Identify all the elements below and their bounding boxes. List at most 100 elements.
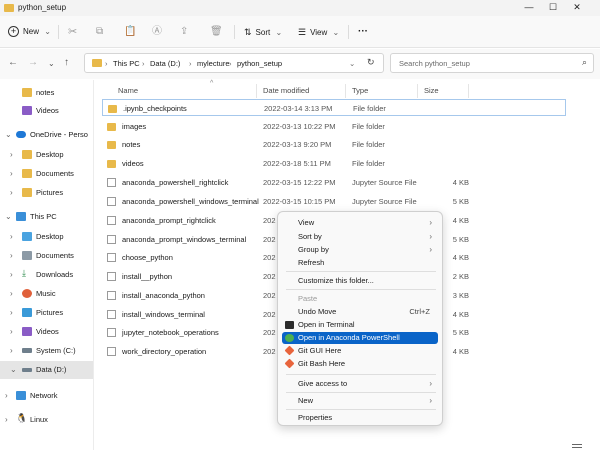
search-box[interactable]: Search python_setup ⌕ xyxy=(390,53,594,73)
sort-button[interactable]: ⇅ Sort ⌄ xyxy=(244,24,282,40)
sidebar-item-documents[interactable]: › Documents xyxy=(0,165,93,183)
column-header-size[interactable]: Size xyxy=(424,86,439,95)
menu-item-open-terminal[interactable]: Open in Terminal xyxy=(282,319,438,331)
address-bar[interactable]: › This PC › Data (D:) › mylecture › pyth… xyxy=(84,53,384,73)
menu-item-customize[interactable]: Customize this folder... xyxy=(282,275,438,287)
chevron-right-icon[interactable]: › xyxy=(10,251,13,260)
sidebar-item-network[interactable]: › Network xyxy=(0,387,93,405)
menu-item-view[interactable]: View › xyxy=(282,217,438,229)
table-row[interactable]: notes 2022-03-13 9:20 PM File folder xyxy=(102,136,566,153)
divider xyxy=(234,25,235,39)
back-arrow-icon[interactable]: ← xyxy=(8,57,18,68)
chevron-right-icon[interactable]: › xyxy=(10,346,13,355)
menu-item-give-access[interactable]: Give access to › xyxy=(282,378,438,390)
menu-item-git-bash[interactable]: Git Bash Here xyxy=(282,358,438,370)
chevron-down-icon[interactable]: ⌄ xyxy=(5,212,12,221)
menu-item-label: New xyxy=(298,396,314,405)
file-size: 2 KB xyxy=(452,272,469,281)
chevron-down-icon[interactable]: ⌄ xyxy=(5,130,12,139)
up-arrow-icon[interactable]: ↑ xyxy=(64,57,69,68)
breadcrumb-python-setup[interactable]: python_setup xyxy=(237,59,282,68)
menu-item-new[interactable]: New › xyxy=(282,395,438,407)
column-divider[interactable] xyxy=(256,84,257,98)
table-row[interactable]: anaconda_powershell_rightclick 2022-03-1… xyxy=(102,174,566,191)
sidebar-item-label: Desktop xyxy=(36,232,64,241)
chevron-right-icon[interactable]: › xyxy=(10,169,13,178)
copy-icon[interactable]: ⧉ xyxy=(96,24,103,40)
sidebar-item-linux[interactable]: › 🐧 Linux xyxy=(0,411,93,429)
details-view-icon[interactable] xyxy=(572,444,582,448)
chevron-down-icon: ⌄ xyxy=(44,27,51,36)
file-icon xyxy=(107,291,116,300)
column-divider[interactable] xyxy=(417,84,418,98)
sidebar-item-desktop[interactable]: › Desktop xyxy=(0,228,93,246)
file-date: 2022-03-18 5:11 PM xyxy=(263,159,331,168)
menu-item-group-by[interactable]: Group by › xyxy=(282,244,438,256)
close-button[interactable]: ✕ xyxy=(566,0,588,16)
chevron-down-icon[interactable]: ⌄ xyxy=(10,365,17,374)
sidebar-item-videos[interactable]: Videos xyxy=(0,102,93,120)
view-button[interactable]: ☰ View ⌄ xyxy=(298,24,339,40)
sidebar-item-this-pc[interactable]: ⌄ This PC xyxy=(0,208,93,226)
maximize-button[interactable]: ☐ xyxy=(542,0,564,16)
file-icon xyxy=(107,272,116,281)
view-toggle-icons[interactable] xyxy=(572,441,596,448)
chevron-right-icon[interactable]: › xyxy=(10,289,13,298)
chevron-right-icon[interactable]: › xyxy=(10,308,13,317)
column-divider[interactable] xyxy=(468,84,469,98)
menu-item-undo-move[interactable]: Undo Move Ctrl+Z xyxy=(282,306,438,318)
menu-item-refresh[interactable]: Refresh xyxy=(282,257,438,269)
chevron-down-icon[interactable]: ⌄ xyxy=(349,59,355,68)
sidebar-item-system-c[interactable]: › System (C:) xyxy=(0,342,93,360)
chevron-right-icon[interactable]: › xyxy=(10,150,13,159)
sidebar-item-desktop[interactable]: › Desktop xyxy=(0,146,93,164)
rename-icon[interactable]: Ⓐ xyxy=(152,24,162,40)
new-button[interactable]: + New ⌄ xyxy=(8,24,51,40)
sidebar-item-label: Data (D:) xyxy=(36,365,67,374)
sidebar-item-downloads[interactable]: › ⤓ Downloads xyxy=(0,266,93,284)
chevron-right-icon[interactable]: › xyxy=(10,270,13,279)
sidebar-item-label: Music xyxy=(36,289,56,298)
table-row[interactable]: videos 2022-03-18 5:11 PM File folder xyxy=(102,155,566,172)
chevron-right-icon[interactable]: › xyxy=(5,415,8,424)
column-header-name[interactable]: Name xyxy=(118,86,138,95)
recent-chevron-icon[interactable]: ⌄ xyxy=(48,59,55,68)
forward-arrow-icon[interactable]: → xyxy=(28,57,38,68)
menu-item-open-anaconda-powershell[interactable]: Open in Anaconda PowerShell xyxy=(282,332,438,344)
sidebar-item-notes[interactable]: notes xyxy=(0,84,93,102)
sidebar-item-pictures[interactable]: › Pictures xyxy=(0,304,93,322)
sidebar-item-data-d[interactable]: ⌄ Data (D:) xyxy=(0,361,93,379)
chevron-right-icon[interactable]: › xyxy=(10,188,13,197)
sidebar-item-music[interactable]: › Music xyxy=(0,285,93,303)
cut-icon[interactable]: ✂ xyxy=(68,24,77,40)
breadcrumb-this-pc[interactable]: This PC xyxy=(113,59,140,68)
breadcrumb-mylecture[interactable]: mylecture xyxy=(197,59,230,68)
chevron-right-icon[interactable]: › xyxy=(10,232,13,241)
sidebar-item-onedrive[interactable]: ⌄ OneDrive - Perso xyxy=(0,126,93,144)
minimize-button[interactable]: — xyxy=(518,0,540,16)
table-row[interactable]: images 2022-03-13 10:22 PM File folder xyxy=(102,118,566,135)
anaconda-icon xyxy=(285,334,294,342)
chevron-right-icon[interactable]: › xyxy=(10,327,13,336)
menu-item-properties[interactable]: Properties xyxy=(282,412,438,424)
column-divider[interactable] xyxy=(345,84,346,98)
file-name: anaconda_prompt_windows_terminal xyxy=(122,235,247,244)
chevron-right-icon[interactable]: › xyxy=(5,391,8,400)
share-icon[interactable]: ⇪ xyxy=(180,24,188,40)
table-row[interactable]: .ipynb_checkpoints 2022-03-14 3:13 PM Fi… xyxy=(102,99,566,116)
delete-icon[interactable]: 🗑 xyxy=(210,24,223,40)
menu-item-sort-by[interactable]: Sort by › xyxy=(282,231,438,243)
sidebar-item-documents[interactable]: › Documents xyxy=(0,247,93,265)
more-options-button[interactable]: ··· xyxy=(358,24,368,40)
column-header-date[interactable]: Date modified xyxy=(263,86,309,95)
sidebar-item-videos[interactable]: › Videos xyxy=(0,323,93,341)
menu-item-paste[interactable]: Paste xyxy=(282,293,438,305)
sidebar-item-pictures[interactable]: › Pictures xyxy=(0,184,93,202)
menu-item-git-gui[interactable]: Git GUI Here xyxy=(282,345,438,357)
table-row[interactable]: anaconda_powershell_windows_terminal 202… xyxy=(102,193,566,210)
column-header-type[interactable]: Type xyxy=(352,86,368,95)
paste-icon[interactable]: 📋 xyxy=(124,24,136,40)
refresh-icon[interactable]: ↻ xyxy=(367,57,375,68)
search-icon[interactable]: ⌕ xyxy=(582,57,587,68)
breadcrumb-data-d[interactable]: Data (D:) xyxy=(150,59,180,68)
